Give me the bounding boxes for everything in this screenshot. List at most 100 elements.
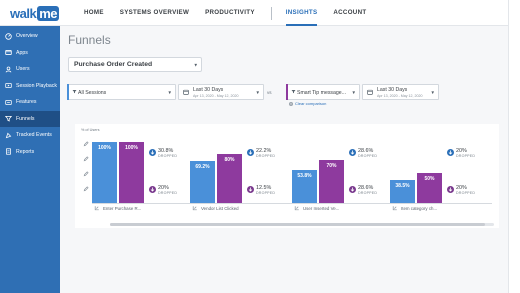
bar-value-label: 100% xyxy=(125,145,138,151)
dropped-annotation-series-b: 12.5% DROPPED xyxy=(247,185,275,196)
segment-b-accent xyxy=(286,84,288,100)
drop-text: 20% DROPPED xyxy=(456,185,475,196)
nav-home[interactable]: HOME xyxy=(84,0,104,26)
segment-a-select[interactable]: All Sessions ▼ xyxy=(67,84,176,100)
sidebar-item-session-playback[interactable]: Session Playback xyxy=(0,78,60,95)
date-range-a-main: Last 30 Days xyxy=(193,87,224,93)
dropped-annotation-series-b: 20% DROPPED xyxy=(149,185,177,196)
filter-icon xyxy=(72,89,77,96)
drop-label: DROPPED xyxy=(456,191,476,195)
funnel-step-label[interactable]: Item category ch... xyxy=(392,205,437,211)
sidebar-item-label: Funnels xyxy=(16,115,35,122)
date-range-a-select[interactable]: Last 30 Days Apr 13, 2020 - May 12, 2020… xyxy=(178,84,264,100)
sidebar-item-label: Features xyxy=(16,99,37,106)
dropped-annotation-series-a: 20% DROPPED xyxy=(447,148,475,159)
sidebar-item-overview[interactable]: Overview xyxy=(0,28,60,45)
funnel-bar-series-a[interactable]: 38.5% xyxy=(390,179,415,203)
nav-account[interactable]: ACCOUNT xyxy=(333,0,366,26)
funnel-bar-series-a[interactable]: 69.2% xyxy=(190,160,215,203)
step-icon xyxy=(94,205,100,211)
logo-me: me xyxy=(37,5,59,21)
walkme-logo[interactable]: walk me xyxy=(10,4,59,22)
nav-divider xyxy=(270,6,272,20)
dropped-annotation-series-a: 22.2% DROPPED xyxy=(247,148,275,159)
chevron-down-icon: ▼ xyxy=(193,62,198,67)
nav-insights[interactable]: INSIGHTS xyxy=(285,0,318,26)
apps-icon xyxy=(4,49,12,57)
date-range-b-select[interactable]: Last 30 Days Apr 13, 2020 - May 12, 2020… xyxy=(362,84,439,100)
bar-value-label: 70% xyxy=(326,163,337,170)
funnel-bar-series-a[interactable]: 53.8% xyxy=(292,170,317,203)
logo-text: walk me xyxy=(10,5,59,21)
bar-value-label: 38.5% xyxy=(395,182,410,189)
funnel-bar-series-a[interactable]: 100% xyxy=(92,142,117,203)
drop-label: DROPPED xyxy=(358,191,378,195)
bar-value-label: 69.2% xyxy=(195,163,210,170)
sidebar-item-tracked-events[interactable]: Tracked Events xyxy=(0,127,60,144)
funnel-bar-series-b[interactable]: 100% xyxy=(119,142,144,203)
arrow-down-icon xyxy=(149,149,156,156)
date-range-b-sub: Apr 13, 2020 - May 12, 2020 xyxy=(377,94,423,98)
scrollbar-thumb[interactable] xyxy=(110,223,485,226)
segment-b-label: Smart Tip message... xyxy=(297,90,347,96)
drop-label: DROPPED xyxy=(158,191,178,195)
funnel-bar-series-b[interactable]: 50% xyxy=(417,172,442,203)
sidebar-item-reports[interactable]: Reports xyxy=(0,144,60,161)
drop-text: 28.6% DROPPED xyxy=(358,148,377,159)
edit-icon[interactable] xyxy=(82,155,89,162)
drop-text: 20% DROPPED xyxy=(158,185,177,196)
date-range-b-main: Last 30 Days xyxy=(377,87,408,93)
segment-a-label: All Sessions xyxy=(78,90,107,96)
edit-icon[interactable] xyxy=(82,140,89,147)
logo-walk: walk xyxy=(10,5,37,21)
chart-tools xyxy=(82,140,90,200)
sidebar-item-funnels[interactable]: Funnels xyxy=(0,110,60,127)
step-label-text: Item category ch... xyxy=(401,205,438,211)
funnel-step-label[interactable]: Enter Purchase R... xyxy=(94,205,141,211)
drop-label: DROPPED xyxy=(456,154,476,158)
sidebar-item-label: Tracked Events xyxy=(16,132,52,139)
top-navigation-bar: walk me HOME SYSTEMS OVERVIEW PRODUCTIVIT… xyxy=(0,0,508,26)
funnel-step-label[interactable]: User Inserted Ve... xyxy=(294,205,339,211)
chart-scrollbar[interactable] xyxy=(110,223,494,226)
segment-a-accent xyxy=(67,84,69,100)
nav-systems-overview[interactable]: SYSTEMS OVERVIEW xyxy=(120,0,189,26)
arrow-down-icon xyxy=(149,186,156,193)
nav-productivity[interactable]: PRODUCTIVITY xyxy=(205,0,255,26)
playback-icon xyxy=(4,82,12,90)
segment-b-select[interactable]: Smart Tip message... ▼ xyxy=(286,84,360,100)
sidebar-item-label: Apps xyxy=(16,49,28,56)
app-frame: walk me HOME SYSTEMS OVERVIEW PRODUCTIVIT… xyxy=(0,0,509,293)
dropped-annotation-series-a: 28.6% DROPPED xyxy=(349,148,377,159)
features-icon xyxy=(4,98,12,106)
drop-text: 30.8% DROPPED xyxy=(158,148,177,159)
sidebar-item-label: Session Playback xyxy=(16,82,57,89)
drop-text: 28.6% DROPPED xyxy=(358,185,377,196)
edit-icon[interactable] xyxy=(82,185,89,192)
bar-value-label: 50% xyxy=(424,175,435,182)
page-title: Funnels xyxy=(68,33,111,47)
reports-icon xyxy=(4,148,12,156)
edit-icon[interactable] xyxy=(82,170,89,177)
funnel-icon xyxy=(4,115,12,123)
arrow-down-icon xyxy=(447,149,454,156)
funnel-bar-series-b[interactable]: 70% xyxy=(319,160,344,203)
step-icon xyxy=(192,205,198,211)
chevron-down-icon: ▼ xyxy=(351,90,356,95)
funnel-bar-series-b[interactable]: 80% xyxy=(217,154,242,203)
chevron-down-icon: ▼ xyxy=(167,90,172,95)
dropped-annotation-series-b: 20% DROPPED xyxy=(447,185,475,196)
drop-text: 20% DROPPED xyxy=(456,148,475,159)
drop-label: DROPPED xyxy=(158,154,178,158)
sidebar-item-apps[interactable]: Apps xyxy=(0,45,60,62)
step-label-text: User Inserted Ve... xyxy=(303,205,340,211)
funnel-step-label[interactable]: Vendor List Clicked xyxy=(192,205,239,211)
event-select-dropdown[interactable]: Purchase Order Created ▼ xyxy=(68,57,202,72)
users-icon xyxy=(4,65,12,73)
bar-value-label: 100% xyxy=(98,145,111,151)
drop-text: 22.2% DROPPED xyxy=(256,148,275,159)
filter-icon xyxy=(291,89,296,96)
sidebar-item-users[interactable]: Users xyxy=(0,61,60,78)
sidebar-item-features[interactable]: Features xyxy=(0,94,60,111)
clear-comparison-link[interactable]: × Clear comparison xyxy=(289,101,326,106)
